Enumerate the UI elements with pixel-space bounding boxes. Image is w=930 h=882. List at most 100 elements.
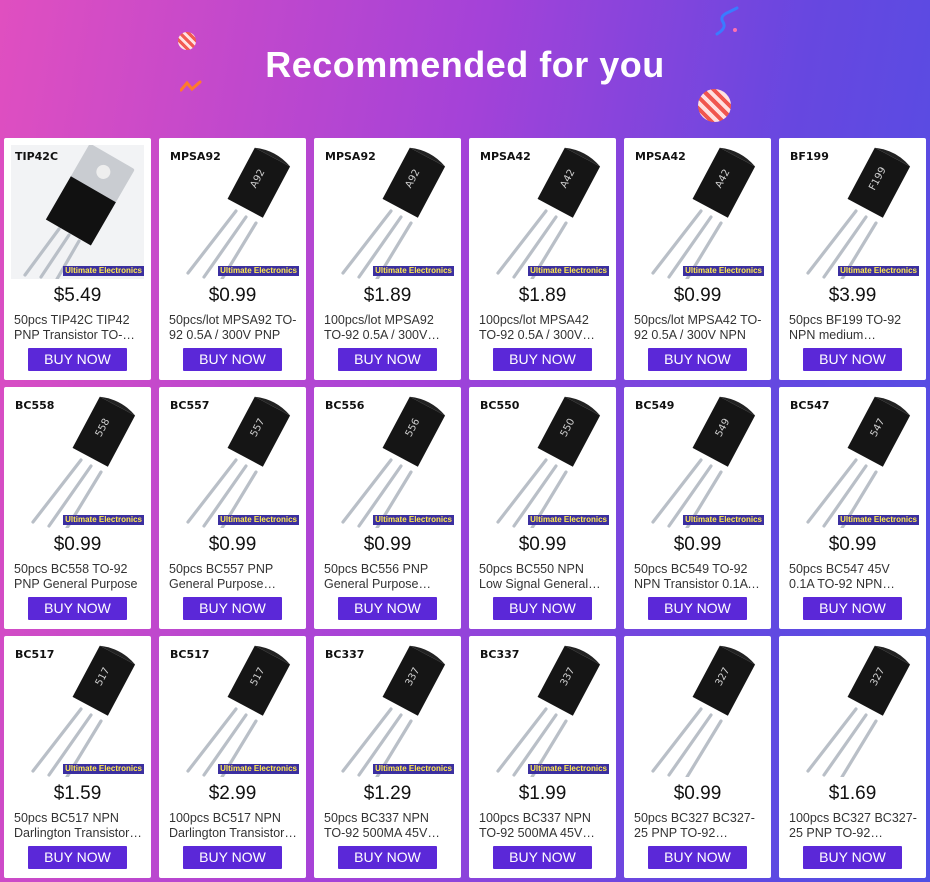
product-title[interactable]: 100pcs BC327 BC327-25 PNP TO-92 Transist… (789, 811, 917, 841)
buy-now-button[interactable]: BUY NOW (803, 846, 902, 869)
product-title[interactable]: 50pcs BC550 NPN Low Signal General Purpo… (479, 562, 607, 592)
product-image[interactable]: 549 BC549 Ultimate Electronics (631, 394, 764, 528)
brand-watermark: Ultimate Electronics (373, 515, 454, 525)
buy-now-button[interactable]: BUY NOW (493, 846, 592, 869)
product-title[interactable]: 100pcs/lot MPSA92 TO-92 0.5A / 300V PNP (324, 313, 452, 343)
product-price: $1.69 (828, 783, 877, 804)
buy-now-button[interactable]: BUY NOW (338, 348, 437, 371)
product-image[interactable]: 517 BC517 Ultimate Electronics (166, 643, 299, 777)
product-card[interactable]: TIP42C Ultimate Electronics $5.49 50pcs TIP… (4, 138, 151, 380)
product-price: $3.99 (828, 285, 877, 306)
buy-now-button[interactable]: BUY NOW (648, 846, 747, 869)
product-card[interactable]: 327 $0.99 50pcs BC327 BC327-25 PNP TO-92 … (624, 636, 771, 878)
product-image-label: TIP42C (15, 150, 59, 163)
product-image-label: BC557 (170, 399, 210, 412)
product-title[interactable]: 50pcs BC557 PNP General Purpose Transist… (169, 562, 297, 592)
product-title[interactable]: 100pcs/lot MPSA42 TO-92 0.5A / 300V NPN (479, 313, 607, 343)
product-image[interactable]: 556 BC556 Ultimate Electronics (321, 394, 454, 528)
product-image[interactable]: A42 MPSA42 Ultimate Electronics (476, 145, 609, 279)
buy-now-button[interactable]: BUY NOW (338, 846, 437, 869)
buy-now-button[interactable]: BUY NOW (648, 348, 747, 371)
buy-now-button[interactable]: BUY NOW (493, 597, 592, 620)
brand-watermark: Ultimate Electronics (528, 266, 609, 276)
brand-watermark: Ultimate Electronics (683, 266, 764, 276)
brand-watermark: Ultimate Electronics (218, 515, 299, 525)
product-image[interactable]: A92 MPSA92 Ultimate Electronics (321, 145, 454, 279)
product-title[interactable]: 50pcs BC327 BC327-25 PNP TO-92 Transisto… (634, 811, 762, 841)
product-title[interactable]: 50pcs BC547 45V 0.1A TO-92 NPN Transisto… (789, 562, 917, 592)
product-title[interactable]: 100pcs BC517 NPN Darlington Transistor T… (169, 811, 297, 841)
product-title[interactable]: 50pcs BC556 PNP General Purpose Transist… (324, 562, 452, 592)
product-card[interactable]: 556 BC556 Ultimate Electronics $0.99 50pcs … (314, 387, 461, 629)
product-image[interactable]: 547 BC547 Ultimate Electronics (786, 394, 919, 528)
product-card[interactable]: A42 MPSA42 Ultimate Electronics $1.89 100pc… (469, 138, 616, 380)
product-title[interactable]: 50pcs BC558 TO-92 PNP General Purpose (14, 562, 142, 592)
product-title[interactable]: 50pcs BC517 NPN Darlington Transistor TO… (14, 811, 142, 841)
product-image-label: BC556 (325, 399, 365, 412)
buy-now-button[interactable]: BUY NOW (648, 597, 747, 620)
product-title[interactable]: 50pcs TIP42C TIP42 PNP Transistor TO-220 (14, 313, 142, 343)
product-price: $0.99 (208, 534, 257, 555)
product-image-label: BC558 (15, 399, 55, 412)
product-image[interactable]: 337 BC337 Ultimate Electronics (321, 643, 454, 777)
product-card[interactable]: 517 BC517 Ultimate Electronics $2.99 100pcs… (159, 636, 306, 878)
product-image[interactable]: 327 (631, 643, 764, 777)
brand-watermark: Ultimate Electronics (373, 764, 454, 774)
buy-now-button[interactable]: BUY NOW (493, 348, 592, 371)
product-title[interactable]: 50pcs BC549 TO-92 NPN Transistor 0.1A 30… (634, 562, 762, 592)
buy-now-button[interactable]: BUY NOW (28, 597, 127, 620)
product-card[interactable]: 558 BC558 Ultimate Electronics $0.99 50pcs … (4, 387, 151, 629)
product-price: $1.89 (518, 285, 567, 306)
product-price: $0.99 (363, 534, 412, 555)
buy-now-button[interactable]: BUY NOW (28, 846, 127, 869)
buy-now-button[interactable]: BUY NOW (803, 348, 902, 371)
product-price: $1.29 (363, 783, 412, 804)
buy-now-button[interactable]: BUY NOW (183, 597, 282, 620)
product-title[interactable]: 50pcs BF199 TO-92 NPN medium frequency (789, 313, 917, 343)
product-card[interactable]: 327 $1.69 100pcs BC327 BC327-25 PNP TO-92… (779, 636, 926, 878)
brand-watermark: Ultimate Electronics (218, 764, 299, 774)
product-title[interactable]: 50pcs/lot MPSA92 TO-92 0.5A / 300V PNP (169, 313, 297, 343)
product-image[interactable]: 550 BC550 Ultimate Electronics (476, 394, 609, 528)
product-card[interactable]: 337 BC337 Ultimate Electronics $1.29 50pcs … (314, 636, 461, 878)
product-image-label: BC550 (480, 399, 520, 412)
product-image[interactable]: 337 BC337 Ultimate Electronics (476, 643, 609, 777)
product-card[interactable]: A42 MPSA42 Ultimate Electronics $0.99 50pcs… (624, 138, 771, 380)
product-card[interactable]: 557 BC557 Ultimate Electronics $0.99 50pcs … (159, 387, 306, 629)
product-image[interactable]: TIP42C Ultimate Electronics (11, 145, 144, 279)
product-title[interactable]: 50pcs/lot MPSA42 TO-92 0.5A / 300V NPN (634, 313, 762, 343)
product-image-label: MPSA92 (170, 150, 221, 163)
product-card[interactable]: 337 BC337 Ultimate Electronics $1.99 100pcs… (469, 636, 616, 878)
product-image[interactable]: 557 BC557 Ultimate Electronics (166, 394, 299, 528)
product-image[interactable]: F199 BF199 Ultimate Electronics (786, 145, 919, 279)
brand-watermark: Ultimate Electronics (528, 764, 609, 774)
product-image[interactable]: 517 BC517 Ultimate Electronics (11, 643, 144, 777)
product-title[interactable]: 100pcs BC337 NPN TO-92 500MA 45V Transis… (479, 811, 607, 841)
product-image[interactable]: A92 MPSA92 Ultimate Electronics (166, 145, 299, 279)
page-title: Recommended for you (265, 44, 665, 85)
brand-watermark: Ultimate Electronics (218, 266, 299, 276)
buy-now-button[interactable]: BUY NOW (28, 348, 127, 371)
brand-watermark: Ultimate Electronics (373, 266, 454, 276)
product-price: $0.99 (673, 534, 722, 555)
product-price: $0.99 (518, 534, 567, 555)
product-price: $0.99 (53, 534, 102, 555)
product-card[interactable]: F199 BF199 Ultimate Electronics $3.99 50pcs… (779, 138, 926, 380)
product-image[interactable]: 327 (786, 643, 919, 777)
buy-now-button[interactable]: BUY NOW (183, 348, 282, 371)
product-image[interactable]: A42 MPSA42 Ultimate Electronics (631, 145, 764, 279)
buy-now-button[interactable]: BUY NOW (183, 846, 282, 869)
product-card[interactable]: A92 MPSA92 Ultimate Electronics $0.99 50pcs… (159, 138, 306, 380)
product-card[interactable]: 517 BC517 Ultimate Electronics $1.59 50pcs … (4, 636, 151, 878)
product-card[interactable]: 547 BC547 Ultimate Electronics $0.99 50pcs … (779, 387, 926, 629)
product-card[interactable]: 550 BC550 Ultimate Electronics $0.99 50pcs … (469, 387, 616, 629)
brand-watermark: Ultimate Electronics (683, 515, 764, 525)
brand-watermark: Ultimate Electronics (838, 266, 919, 276)
product-image-label: BC547 (790, 399, 830, 412)
buy-now-button[interactable]: BUY NOW (803, 597, 902, 620)
product-card[interactable]: 549 BC549 Ultimate Electronics $0.99 50pcs … (624, 387, 771, 629)
buy-now-button[interactable]: BUY NOW (338, 597, 437, 620)
product-title[interactable]: 50pcs BC337 NPN TO-92 500MA 45V Transist… (324, 811, 452, 841)
product-image[interactable]: 558 BC558 Ultimate Electronics (11, 394, 144, 528)
product-card[interactable]: A92 MPSA92 Ultimate Electronics $1.89 100pc… (314, 138, 461, 380)
